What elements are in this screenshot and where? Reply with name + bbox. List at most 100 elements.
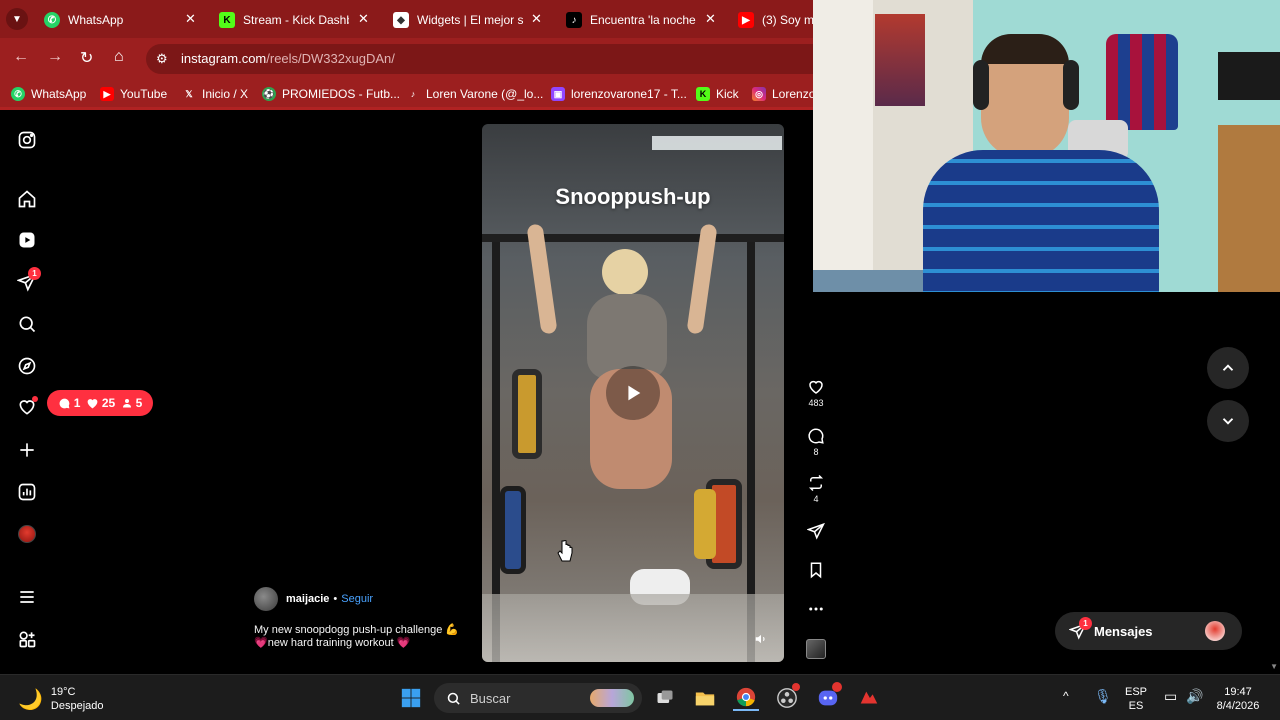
tiktok-icon: ♪ bbox=[566, 12, 582, 28]
app-button[interactable] bbox=[856, 685, 882, 711]
youtube-icon: ▶ bbox=[738, 12, 754, 28]
share-button[interactable] bbox=[803, 522, 829, 540]
instagram-icon: ◎ bbox=[752, 87, 766, 101]
chrome-button[interactable] bbox=[733, 685, 759, 711]
taskbar-search[interactable]: Buscar bbox=[434, 683, 642, 713]
more-options-button[interactable] bbox=[803, 600, 829, 618]
language-indicator[interactable]: ESP ES bbox=[1124, 685, 1148, 713]
network-icon[interactable]: ▭ bbox=[1164, 688, 1177, 705]
dashboard-icon[interactable] bbox=[17, 482, 37, 502]
volume-icon[interactable]: 🔊 bbox=[1186, 688, 1203, 705]
messages-label: Mensajes bbox=[1094, 623, 1153, 639]
like-button[interactable]: 483 bbox=[803, 378, 829, 408]
profile-avatar[interactable] bbox=[17, 524, 37, 544]
door bbox=[813, 0, 873, 292]
bookmark-twitch[interactable]: ▣ lorenzovarone17 - T... bbox=[551, 87, 687, 101]
obs-button[interactable] bbox=[774, 683, 800, 711]
notifications-pill[interactable]: 1 25 5 bbox=[47, 390, 153, 416]
whatsapp-icon: ✆ bbox=[44, 12, 60, 28]
follows-value: 5 bbox=[135, 396, 143, 410]
bookmark-label: Inicio / X bbox=[202, 87, 249, 101]
play-button[interactable] bbox=[606, 366, 660, 420]
tab-label: WhatsApp bbox=[68, 13, 124, 27]
next-reel-button[interactable] bbox=[1207, 400, 1249, 442]
close-tab-icon[interactable]: ✕ bbox=[531, 11, 542, 27]
barcelona-shirt bbox=[923, 150, 1159, 292]
headphones bbox=[973, 60, 989, 110]
reels-icon[interactable] bbox=[17, 230, 37, 250]
comments-count: 8 bbox=[813, 447, 819, 457]
bookmark-kick[interactable]: K Kick bbox=[696, 87, 739, 101]
instagram-logo-icon[interactable] bbox=[17, 130, 37, 150]
save-button[interactable] bbox=[803, 561, 829, 579]
close-tab-icon[interactable]: ✕ bbox=[358, 11, 369, 27]
comment-button[interactable]: 8 bbox=[803, 427, 829, 457]
author-avatar[interactable] bbox=[254, 587, 278, 611]
follow-button[interactable]: Seguir bbox=[341, 593, 373, 605]
scroll-down-icon[interactable]: ▼ bbox=[1270, 662, 1278, 671]
author-name[interactable]: maijacie bbox=[286, 593, 329, 605]
jersey-on-wall bbox=[1106, 34, 1178, 130]
bookmark-tiktok[interactable]: ♪ Loren Varone (@_lo... bbox=[406, 87, 544, 101]
more-menu-icon[interactable] bbox=[17, 587, 37, 607]
tab-youtube[interactable]: ▶ (3) Soy mu bbox=[738, 6, 814, 34]
tab-widgets[interactable]: ◆ Widgets | El mejor so bbox=[393, 6, 523, 34]
volume-icon[interactable] bbox=[754, 632, 770, 648]
messages-icon[interactable]: 1 bbox=[17, 267, 41, 292]
bookmark-promiedos[interactable]: ⚽ PROMIEDOS - Futb... bbox=[262, 87, 400, 101]
weather-widget[interactable]: 🌙 19°C Despejado bbox=[18, 685, 104, 713]
send-icon bbox=[807, 522, 825, 540]
reel-video[interactable]: Snooppush-up bbox=[482, 124, 784, 662]
notification-badge: 1 bbox=[28, 267, 41, 280]
start-button[interactable] bbox=[398, 685, 424, 711]
bookmark-whatsapp[interactable]: ✆ WhatsApp bbox=[11, 87, 86, 101]
explore-icon[interactable] bbox=[17, 356, 37, 376]
audio-thumbnail[interactable] bbox=[803, 639, 829, 659]
bookmark-youtube[interactable]: ▶ YouTube bbox=[100, 87, 167, 101]
previous-reel-button[interactable] bbox=[1207, 347, 1249, 389]
tab-search-button[interactable]: ▼ bbox=[6, 8, 28, 30]
task-view-icon bbox=[657, 690, 673, 703]
home-icon[interactable]: ⌂ bbox=[114, 48, 124, 66]
windows-taskbar: 🌙 19°C Despejado Buscar ^ 🎙 ESP ES ▭ 🔊 1… bbox=[0, 674, 1280, 720]
notifications-heart-icon[interactable] bbox=[17, 396, 38, 417]
repost-button[interactable]: 4 bbox=[803, 474, 829, 504]
comment-icon bbox=[808, 428, 824, 444]
heart-icon bbox=[87, 398, 98, 408]
site-info-icon[interactable]: ⚙ bbox=[156, 51, 168, 67]
search-placeholder: Buscar bbox=[470, 690, 511, 706]
ceiling-light bbox=[652, 136, 782, 150]
discord-button[interactable] bbox=[815, 682, 842, 711]
recording-dot bbox=[792, 683, 800, 691]
url-field[interactable]: ⚙ instagram.com/reels/DW332xugDAn/ bbox=[146, 44, 813, 74]
time: 19:47 bbox=[1224, 686, 1252, 698]
forward-icon[interactable]: → bbox=[47, 48, 63, 66]
windows-icon bbox=[401, 688, 421, 708]
weight-plate bbox=[512, 369, 542, 459]
bookmark-instagram[interactable]: ◎ Lorenzo bbox=[752, 87, 815, 101]
close-tab-icon[interactable]: ✕ bbox=[185, 11, 196, 27]
reel-author: maijacie • Seguir bbox=[254, 587, 373, 611]
microphone-icon[interactable]: 🎙 bbox=[1094, 688, 1112, 705]
task-view-button[interactable] bbox=[652, 685, 678, 711]
comments-value: 1 bbox=[73, 396, 81, 410]
create-icon[interactable] bbox=[17, 440, 37, 460]
heart-icon bbox=[809, 380, 823, 394]
reload-icon[interactable]: ↻ bbox=[80, 48, 93, 68]
bookmark-x[interactable]: 𝕏 Inicio / X bbox=[182, 87, 248, 101]
also-from-meta-icon[interactable] bbox=[17, 629, 37, 649]
reposts-count: 4 bbox=[813, 494, 819, 504]
tab-kick-dashboard[interactable]: K Stream - Kick Dashbo bbox=[219, 6, 349, 34]
home-icon[interactable] bbox=[17, 189, 37, 209]
chevron-up-icon bbox=[1222, 364, 1234, 371]
weight-plate bbox=[694, 489, 716, 559]
back-icon[interactable]: ← bbox=[13, 48, 29, 66]
bookmark-label: YouTube bbox=[120, 87, 168, 101]
search-icon[interactable] bbox=[17, 314, 37, 334]
clock[interactable]: 19:47 8/4/2026 bbox=[1212, 685, 1264, 713]
tab-tiktok[interactable]: ♪ Encuentra 'la noche d bbox=[566, 6, 696, 34]
close-tab-icon[interactable]: ✕ bbox=[705, 11, 716, 27]
tab-whatsapp[interactable]: ✆ WhatsApp bbox=[44, 6, 184, 34]
file-explorer-button[interactable] bbox=[692, 685, 718, 711]
show-hidden-icons[interactable]: ^ bbox=[1063, 689, 1069, 703]
